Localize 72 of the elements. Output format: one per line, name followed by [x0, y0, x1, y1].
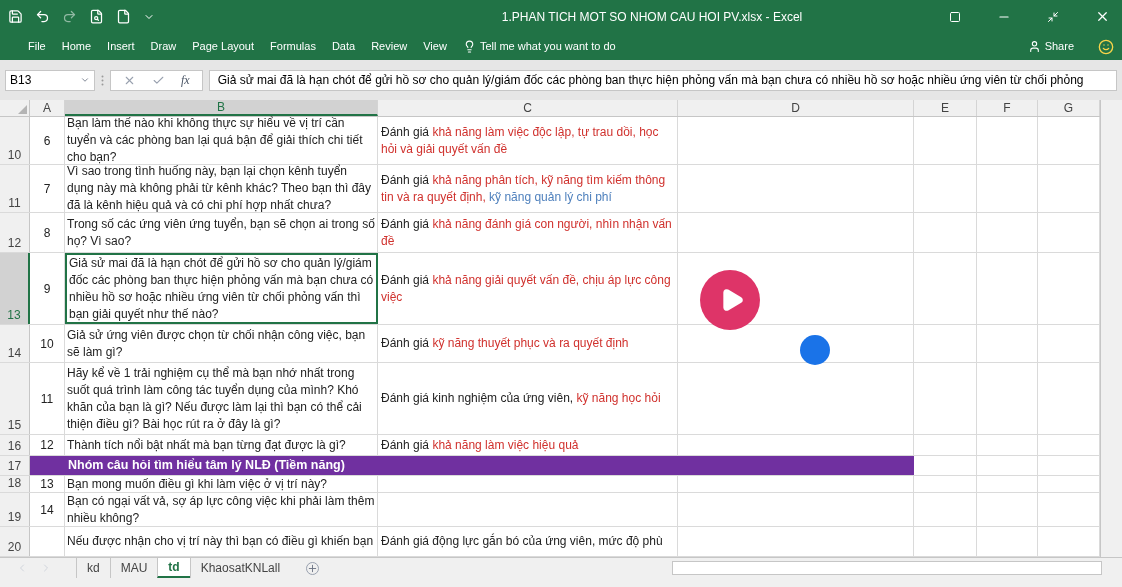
user-icon [1027, 40, 1041, 53]
cell-text: Đánh giá khả năng giải quyết vấn đề, chịu áp lực công việc [381, 271, 672, 306]
new-file-icon[interactable] [116, 9, 131, 24]
smiley-icon[interactable] [1098, 38, 1114, 55]
cell-text: Bạn có ngại vất vả, sợ áp lực công việc khi phải làm thêm nhiều không? [67, 492, 375, 527]
ribbon-tab[interactable]: Insert [107, 38, 135, 55]
cell-text: 12 [40, 437, 54, 454]
cell-text: 9 [43, 280, 51, 298]
cell-text: 11 [40, 390, 54, 408]
cell-text: Bạn làm thế nào khi không thực sự hiểu về vị trí cần tuyển và các phòng ban lại quá bận để giải thích chi tiết cho bạn? [67, 115, 364, 164]
cell-text: Bạn mong muốn điều gì khi làm việc ở vị trí này? [67, 475, 327, 493]
cell-text: 10 [40, 335, 54, 353]
vertical-scrollbar[interactable] [1100, 100, 1122, 557]
cell-text: 13 [40, 476, 54, 493]
column-header[interactable]: F [977, 100, 1038, 116]
ribbon-tab[interactable]: Data [331, 38, 356, 55]
name-box[interactable]: B13 [5, 69, 95, 91]
row-header[interactable]: 15 [0, 363, 30, 434]
cell-text: Thành tích nổi bật nhất mà bạn từng đạt được là gì? [67, 436, 346, 454]
drag-handle-icon[interactable] [101, 74, 104, 86]
row-header[interactable]: 10 [0, 117, 30, 164]
column-header[interactable]: C [378, 100, 678, 116]
ribbon-display-icon[interactable] [949, 10, 961, 23]
row-header[interactable]: 18 [0, 476, 30, 492]
ribbon-tab[interactable]: Review [371, 38, 408, 55]
cell-text: Nếu được nhận cho vị trí này thì bạn có điều gì khiến bạn [67, 533, 374, 550]
print-preview-icon[interactable] [89, 9, 104, 24]
cell-text: Giả sử mai đã là hạn chót để gửi hồ sơ cho quản lý/giám đốc các phòng ban thực hiện phỏng vấn mà bạn chưa có nhiều hồ sơ hoặc nhiều ứng viên từ chối phỏng vấn thì bạn giải quyết như thế nào? [69, 254, 374, 323]
cell-text: Đánh giá khả năng phân tích, kỹ năng tìm kiếm thông tin và ra quyết định, kỹ năng quản lý chi phí [381, 171, 667, 206]
row-header[interactable]: 20 [0, 527, 30, 556]
cell-text: Đánh giá kỹ năng thuyết phục và ra quyết định [381, 335, 629, 352]
window-title: 1.PHAN TICH MOT SO NHOM CAU HOI PV.xlsx - Excel [501, 8, 803, 26]
group-header-row: Nhóm câu hỏi tìm hiểu tâm lý NLĐ (Tiềm năng) [30, 456, 914, 475]
row-header[interactable]: 13 [0, 253, 30, 324]
cell-text: 8 [43, 224, 51, 242]
row-header[interactable]: 16 [0, 435, 30, 455]
save-icon[interactable] [8, 9, 23, 24]
sheet-tab[interactable]: td [157, 558, 190, 578]
undo-icon[interactable] [35, 9, 50, 24]
formula-field[interactable]: Giả sử mai đã là hạn chót để gửi hồ sơ cho quản lý/giám đốc các phòng ban thực hiện phỏng vấn mà bạn chưa có nhiều hồ sơ hoặc nhiều ứng viên từ chối phỏng [208, 69, 1117, 91]
close-icon[interactable] [1095, 9, 1110, 24]
ribbon-tab[interactable]: Page Layout [192, 38, 255, 55]
tell-me-field[interactable]: Tell me what you want to do [479, 38, 660, 55]
cell-text: Giả sử ứng viên được chọn từ chối nhận công việc, bạn sẽ làm gì? [67, 326, 367, 361]
cell-text: Đánh giá động lực gắn bó của ứng viên, mức độ phù [381, 533, 663, 550]
ribbon-tab[interactable]: Formulas [270, 38, 316, 55]
row-header[interactable]: 11 [0, 165, 30, 212]
cell-text: Vì sao trong tình huống này, bạn lại chọn kênh tuyển dụng này mà không phải từ kênh khác? Theo bạn thì đây đã là kênh hiệu quả và có chi phí hợp nhất chưa? [67, 164, 373, 214]
cell-text: Đánh giá khả năng làm việc độc lập, tự trau dồi, học hỏi và giải quyết vấn đề [381, 123, 660, 158]
row-header[interactable]: 14 [0, 325, 30, 362]
ribbon-tab[interactable]: View [423, 38, 447, 55]
cell-text: Trong số các ứng viên ứng tuyển, bạn sẽ chọn ai trong số họ? Vì sao? [67, 215, 375, 250]
cell-text: Đánh giá khả năng đánh giá con người, nhìn nhận vấn đề [381, 215, 673, 250]
function-icon[interactable]: fx [181, 71, 190, 89]
cell-text: 14 [40, 501, 54, 519]
share-button[interactable]: Share [1044, 38, 1074, 55]
column-header[interactable]: D [678, 100, 914, 116]
ribbon-tab[interactable]: Draw [150, 38, 177, 55]
column-header[interactable]: E [914, 100, 977, 116]
row-header[interactable]: 12 [0, 213, 30, 252]
restore-icon[interactable] [1047, 10, 1059, 23]
ribbon-tab[interactable]: File [28, 38, 46, 55]
row-header[interactable]: 19 [0, 493, 30, 526]
cell-text: Đánh giá kinh nghiệm của ứng viên, kỹ năng học hỏi [381, 390, 661, 407]
cell-text: Đánh giá khả năng làm việc hiệu quả [381, 436, 579, 454]
horizontal-scrollbar[interactable] [672, 561, 1102, 575]
cell-text: Hãy kể về 1 trải nghiệm cụ thể mà bạn nhớ nhất trong suốt quá trình làm công tác tuyển dụng của mình? Khó khăn của bạn là gì? Nếu được làm lại thì bạn có thể cải thiện điều gì? Bài học rút ra ở đây là gì? [67, 364, 363, 433]
cell-text: 6 [43, 132, 51, 150]
column-header[interactable]: B [65, 100, 378, 116]
ribbon-tab[interactable]: Home [61, 38, 92, 55]
row-header[interactable]: 17 [0, 456, 30, 475]
cell-text: 7 [43, 180, 51, 198]
